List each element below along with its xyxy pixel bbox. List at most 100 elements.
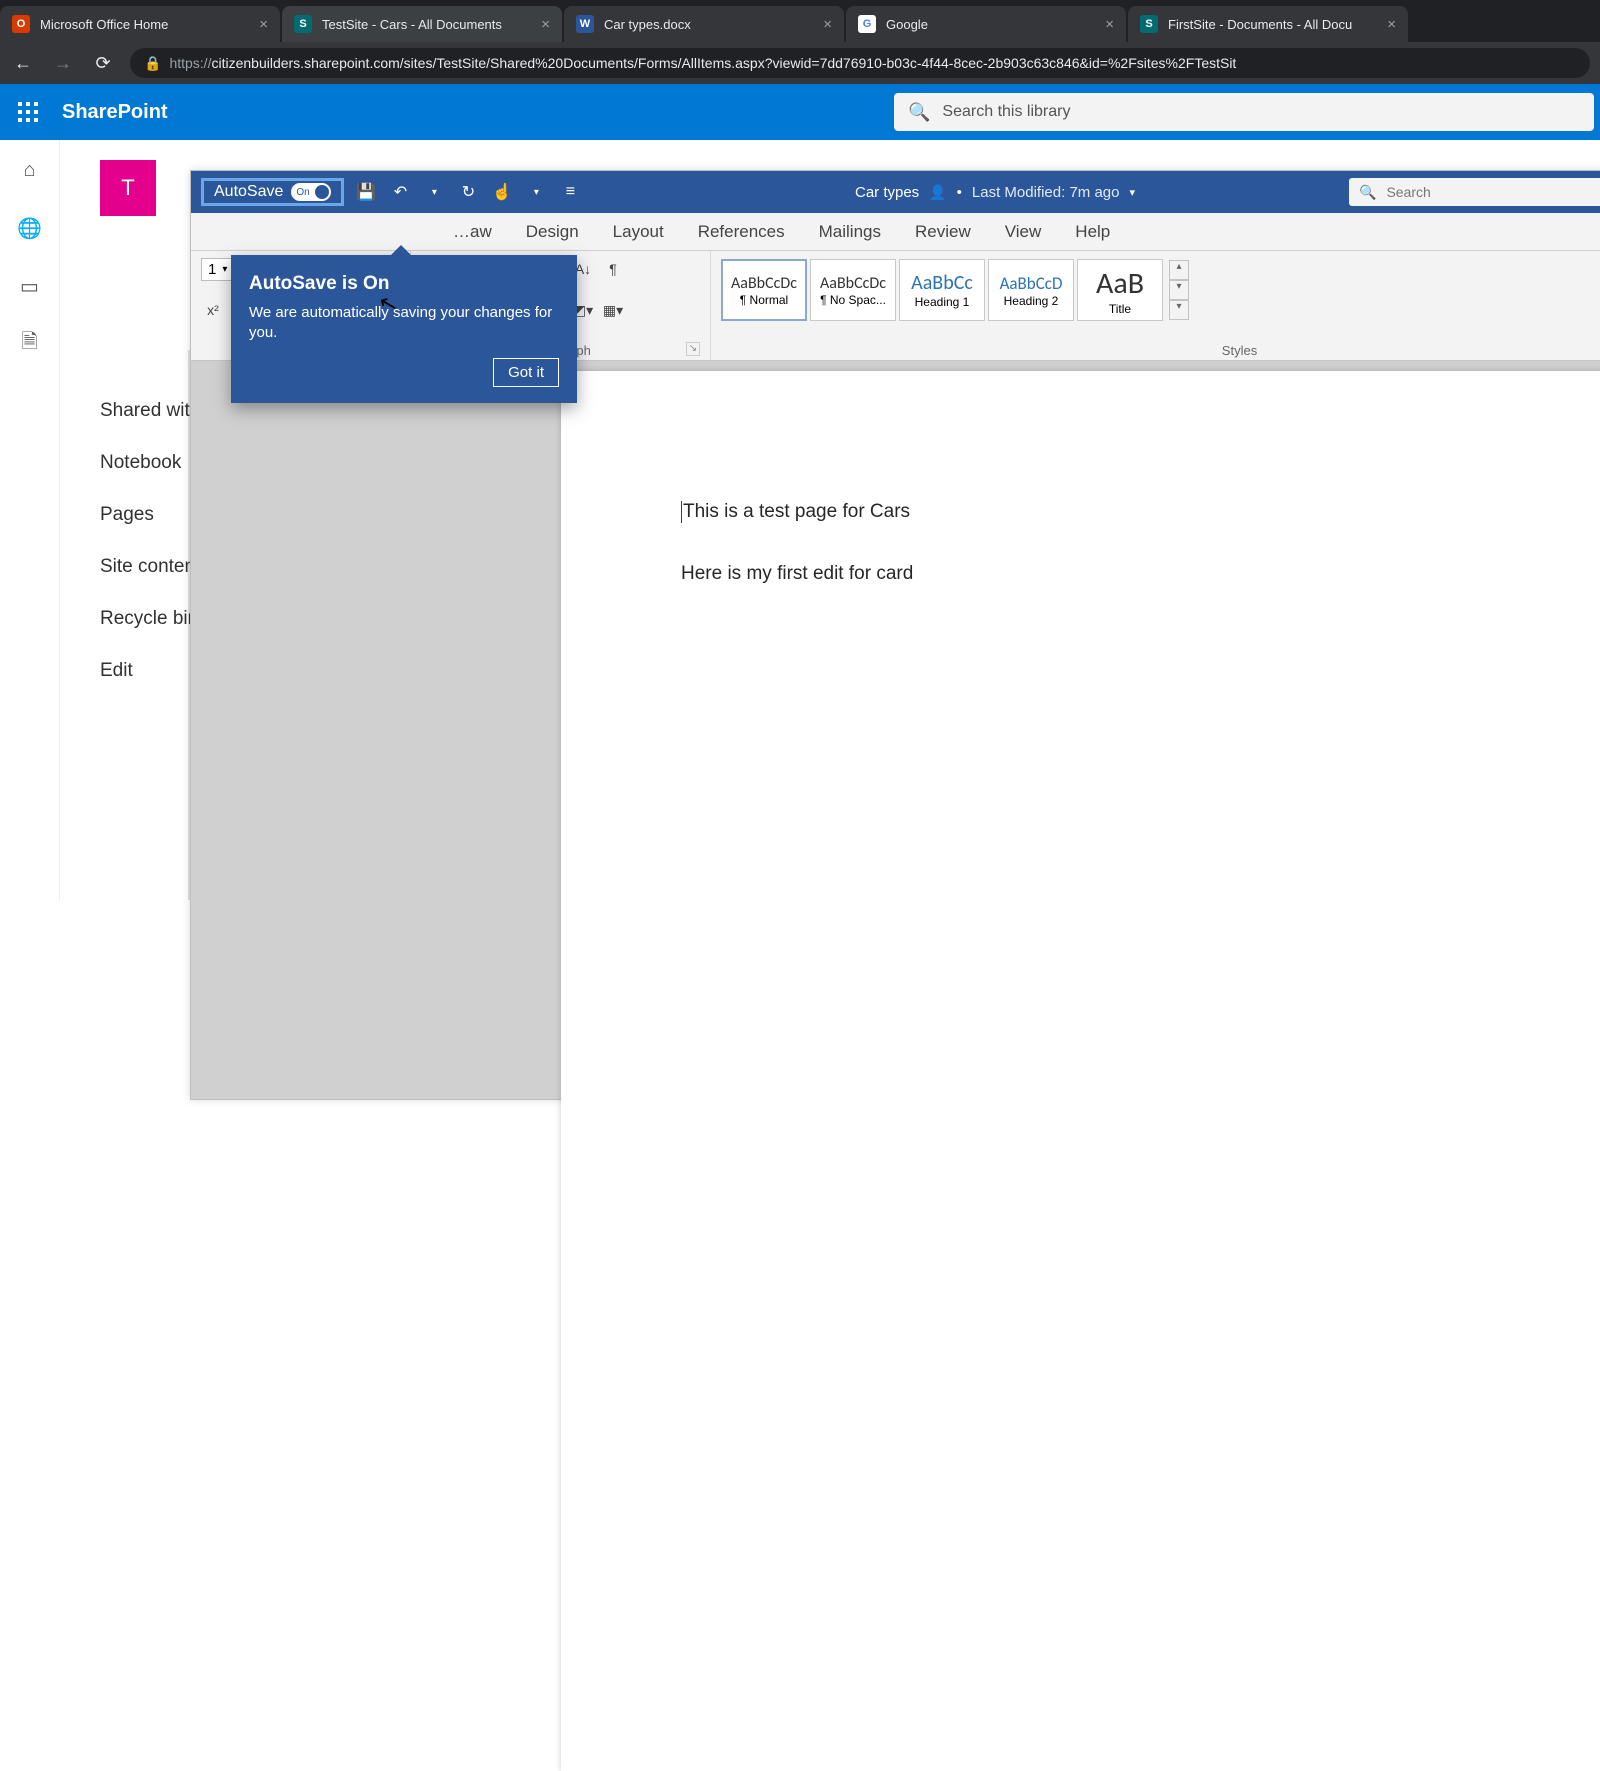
group-label: Styles — [1222, 343, 1257, 358]
style-normal[interactable]: AaBbCcDc¶ Normal — [721, 259, 807, 321]
body-line: Here is my first edit for card — [681, 563, 1600, 585]
got-it-button[interactable]: Got it — [493, 358, 559, 387]
accessibility-icon: 👤 — [929, 184, 946, 201]
content-area: ⌂ 🌐 ▭ 🗎 T Shared with Notebook Pages Sit… — [0, 140, 1600, 900]
search-placeholder: Search — [1386, 184, 1430, 200]
sharepoint-header: SharePoint 🔍 Search this library — [0, 84, 1600, 140]
qat-customize-icon[interactable]: ≡ — [558, 180, 582, 204]
nav-item[interactable]: Shared with — [100, 400, 200, 422]
office-icon: O — [12, 15, 30, 33]
browser-toolbar: ← → ⟳ 🔒 https://citizenbuilders.sharepoi… — [0, 42, 1600, 84]
close-icon[interactable]: × — [1387, 16, 1396, 33]
tab-label: TestSite - Cars - All Documents — [322, 17, 502, 32]
styles-scroll[interactable]: ▴ ▾ ▾ — [1169, 260, 1189, 320]
url-protocol: https:// — [169, 55, 211, 71]
document-page[interactable]: This is a test page for Cars Here is my … — [561, 371, 1600, 1771]
last-modified-label: Last Modified: 7m ago — [972, 184, 1120, 201]
nav-item[interactable]: Recycle bin — [100, 608, 200, 630]
search-placeholder: Search this library — [942, 103, 1070, 121]
sharepoint-icon: S — [1140, 15, 1158, 33]
browser-tab-bar: O Microsoft Office Home × S TestSite - C… — [0, 0, 1600, 42]
sharepoint-icon: S — [294, 15, 312, 33]
style-heading-2[interactable]: AaBbCcDHeading 2 — [988, 259, 1074, 321]
address-bar[interactable]: 🔒 https://citizenbuilders.sharepoint.com… — [130, 48, 1590, 78]
site-left-nav: Shared with Notebook Pages Site content … — [100, 400, 200, 682]
browser-tab[interactable]: O Microsoft Office Home × — [0, 6, 280, 42]
nav-item[interactable]: Site content — [100, 556, 200, 578]
ribbon-tab[interactable]: Layout — [611, 214, 666, 250]
ribbon-tab[interactable]: View — [1003, 214, 1044, 250]
style-heading-1[interactable]: AaBbCcHeading 1 — [899, 259, 985, 321]
callout-title: AutoSave is On — [249, 273, 559, 295]
browser-tab[interactable]: G Google × — [846, 6, 1126, 42]
browser-tab[interactable]: S TestSite - Cars - All Documents × — [282, 6, 562, 42]
ribbon-tab[interactable]: Mailings — [817, 214, 883, 250]
qat-dropdown-icon[interactable]: ▾ — [524, 180, 548, 204]
style-no-spacing[interactable]: AaBbCcDc¶ No Spac... — [810, 259, 896, 321]
toggle-on-icon[interactable]: On — [291, 183, 331, 201]
site-logo[interactable]: T — [100, 160, 156, 216]
nav-item[interactable]: Edit — [100, 660, 200, 682]
files-icon[interactable]: 🗎 — [16, 330, 44, 358]
chevron-down-icon[interactable]: ▾ — [1129, 186, 1135, 199]
google-icon: G — [858, 15, 876, 33]
document-title-area[interactable]: Car types 👤 • Last Modified: 7m ago ▾ — [855, 184, 1135, 201]
global-nav-rail: ⌂ 🌐 ▭ 🗎 — [0, 140, 60, 900]
body-line: This is a test page for Cars — [683, 501, 910, 522]
browser-tab[interactable]: S FirstSite - Documents - All Docu × — [1128, 6, 1408, 42]
undo-icon[interactable]: ↶ — [388, 180, 412, 204]
chevron-down-icon[interactable]: ▾ — [1169, 280, 1189, 300]
undo-dropdown-icon[interactable]: ▾ — [422, 180, 446, 204]
document-canvas[interactable]: This is a test page for Cars Here is my … — [191, 361, 1600, 1099]
ribbon-group-styles: AaBbCcDc¶ Normal AaBbCcDc¶ No Spac... Aa… — [711, 251, 1600, 360]
autosave-label: AutoSave — [214, 183, 283, 201]
site-area: T Shared with Notebook Pages Site conten… — [60, 140, 1600, 900]
close-icon[interactable]: × — [541, 16, 550, 33]
redo-icon[interactable]: ↻ — [456, 180, 480, 204]
word-title-bar: AutoSave On 💾 ↶ ▾ ↻ ☝ ▾ ≡ Car types 👤 • … — [191, 171, 1600, 213]
font-size-combo[interactable]: 1 ▾ — [201, 258, 234, 281]
word-search[interactable]: 🔍 Search — [1349, 178, 1600, 206]
chevron-up-icon[interactable]: ▴ — [1169, 260, 1189, 280]
sharepoint-brand[interactable]: SharePoint — [62, 101, 168, 124]
reload-button[interactable]: ⟳ — [90, 53, 116, 74]
tab-label: FirstSite - Documents - All Docu — [1168, 17, 1352, 32]
tab-label: Google — [886, 17, 928, 32]
close-icon[interactable]: × — [259, 16, 268, 33]
text-cursor — [681, 501, 682, 523]
ribbon-tab[interactable]: References — [696, 214, 787, 250]
touch-mode-icon[interactable]: ☝ — [490, 180, 514, 204]
app-launcher-icon[interactable] — [0, 84, 56, 140]
doc-title: Car types — [855, 184, 919, 201]
show-paragraph-marks-button[interactable]: ¶ — [601, 257, 625, 281]
forward-button[interactable]: → — [50, 53, 76, 74]
lock-icon: 🔒 — [144, 55, 161, 72]
style-title[interactable]: AaBTitle — [1077, 259, 1163, 321]
globe-icon[interactable]: 🌐 — [16, 214, 44, 242]
dialog-launcher-icon[interactable]: ↘ — [686, 342, 700, 356]
word-icon: W — [576, 15, 594, 33]
autosave-toggle[interactable]: AutoSave On — [201, 178, 344, 206]
word-window: AutoSave On 💾 ↶ ▾ ↻ ☝ ▾ ≡ Car types 👤 • … — [190, 170, 1600, 1100]
ribbon-tab[interactable]: …aw — [451, 214, 494, 250]
close-icon[interactable]: × — [1105, 16, 1114, 33]
url-text: citizenbuilders.sharepoint.com/sites/Tes… — [211, 55, 1236, 71]
borders-button[interactable]: ▦▾ — [601, 298, 625, 322]
search-icon: 🔍 — [1359, 184, 1376, 201]
news-icon[interactable]: ▭ — [16, 272, 44, 300]
styles-expand-icon[interactable]: ▾ — [1169, 300, 1189, 320]
nav-item[interactable]: Pages — [100, 504, 200, 526]
superscript-button[interactable]: x² — [201, 298, 225, 322]
tab-label: Car types.docx — [604, 17, 691, 32]
close-icon[interactable]: × — [823, 16, 832, 33]
home-icon[interactable]: ⌂ — [16, 156, 44, 184]
ribbon-tab[interactable]: Review — [913, 214, 973, 250]
browser-tab[interactable]: W Car types.docx × — [564, 6, 844, 42]
back-button[interactable]: ← — [10, 53, 36, 74]
ribbon-tab[interactable]: Help — [1073, 214, 1112, 250]
callout-body: We are automatically saving your changes… — [249, 303, 559, 344]
nav-item[interactable]: Notebook — [100, 452, 200, 474]
sharepoint-search[interactable]: 🔍 Search this library — [894, 93, 1594, 131]
ribbon-tab[interactable]: Design — [524, 214, 581, 250]
save-icon[interactable]: 💾 — [354, 180, 378, 204]
